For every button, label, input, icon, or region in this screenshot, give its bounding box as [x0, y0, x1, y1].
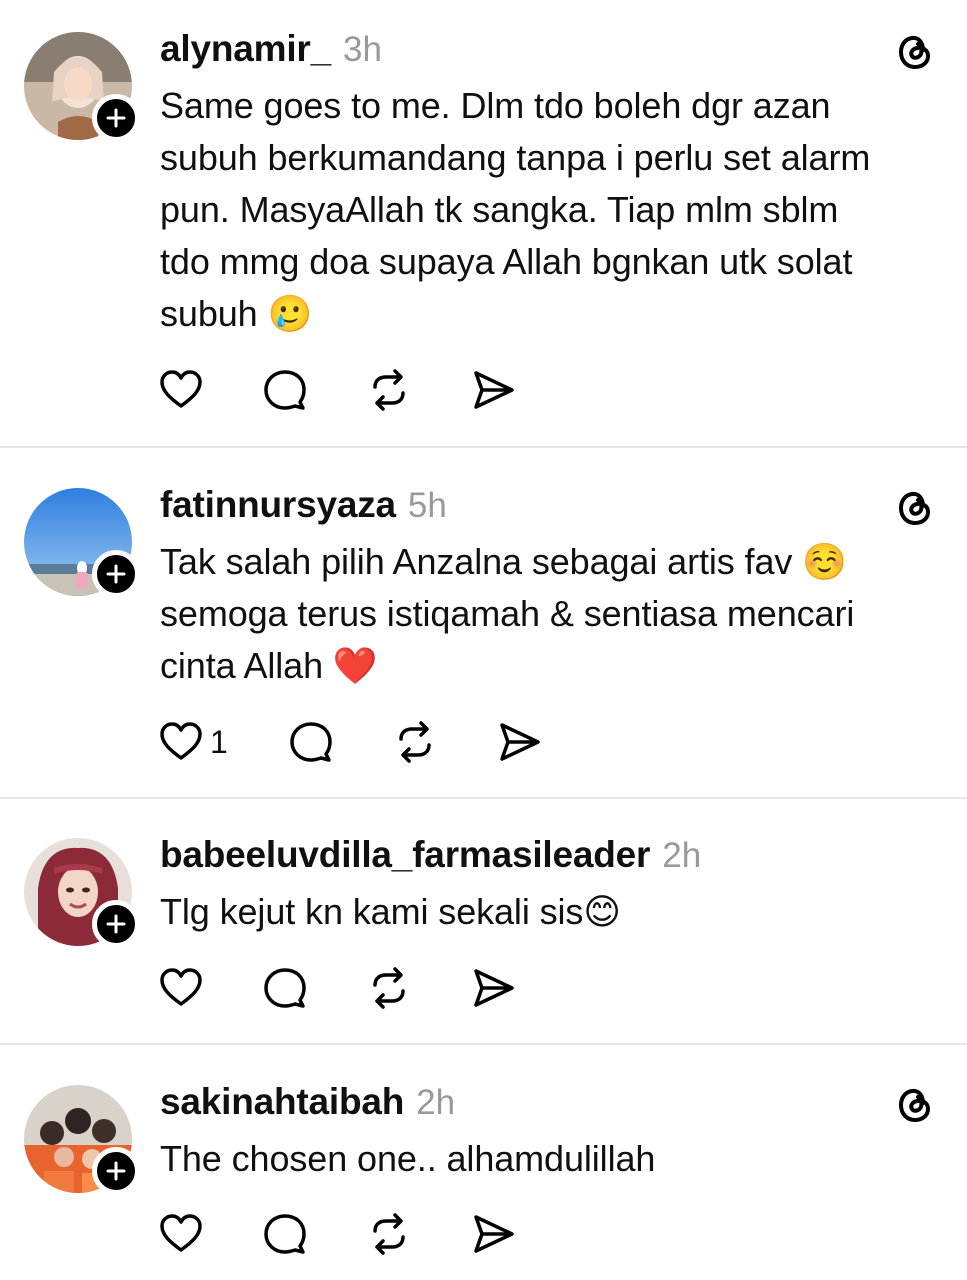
reply-text: Tak salah pilih Anzalna sebagai artis fa…: [160, 541, 855, 686]
repost-button[interactable]: [392, 718, 496, 766]
timestamp: 2h: [662, 836, 702, 875]
like-button[interactable]: [158, 1210, 262, 1258]
repost-button[interactable]: [366, 366, 470, 414]
timestamp: 3h: [342, 30, 382, 69]
share-button[interactable]: [470, 1210, 516, 1258]
timestamp: 5h: [407, 486, 447, 525]
divider: [0, 446, 967, 448]
repost-button[interactable]: [366, 964, 470, 1012]
reply-header: alynamir_ 3h: [160, 28, 382, 72]
send-icon: [500, 723, 540, 761]
reply-button[interactable]: [262, 1210, 366, 1258]
reply-button[interactable]: [288, 718, 392, 766]
follow-button[interactable]: [92, 94, 140, 142]
comment-bubble-icon: [264, 968, 306, 1008]
reply-text: Same goes to me. Dlm tdo boleh dgr azan …: [160, 85, 871, 334]
reply-button[interactable]: [262, 964, 366, 1012]
plus-icon: [106, 914, 126, 934]
plus-icon: [106, 564, 126, 584]
like-count: 1: [210, 723, 228, 760]
repost-icon: [373, 1213, 405, 1255]
action-bar: [158, 964, 516, 1012]
username[interactable]: babeeluvdilla_farmasileader: [160, 834, 650, 876]
action-bar: [158, 1210, 516, 1258]
threads-logo-icon[interactable]: [893, 486, 937, 530]
repost-button[interactable]: [366, 1210, 470, 1258]
plus-icon: [106, 108, 126, 128]
reply-header: sakinahtaibah 2h: [160, 1081, 455, 1125]
divider: [0, 1043, 967, 1045]
send-icon: [474, 1215, 514, 1253]
comment-bubble-icon: [290, 722, 332, 762]
send-icon: [474, 969, 514, 1007]
divider: [0, 797, 967, 799]
reply-header: babeeluvdilla_farmasileader 2h: [160, 834, 701, 878]
avatar-container: [24, 838, 140, 948]
like-button[interactable]: [158, 964, 262, 1012]
avatar-container: [24, 488, 140, 598]
reply-button[interactable]: [262, 366, 366, 414]
threads-logo-icon[interactable]: [893, 1083, 937, 1127]
follow-button[interactable]: [92, 550, 140, 598]
username[interactable]: alynamir_: [160, 28, 331, 70]
plus-icon: [106, 1161, 126, 1181]
repost-icon: [373, 369, 405, 411]
share-button[interactable]: [470, 964, 516, 1012]
reply-text: Tlg kejut kn kami sekali sis😊: [160, 891, 621, 932]
heart-icon: [160, 370, 202, 408]
reply-header: fatinnursyaza 5h: [160, 484, 447, 528]
username[interactable]: sakinahtaibah: [160, 1081, 404, 1123]
heart-icon: [160, 722, 202, 760]
comment-bubble-icon: [264, 1214, 306, 1254]
threads-logo-icon[interactable]: [893, 30, 937, 74]
avatar-container: [24, 32, 140, 142]
comment-bubble-icon: [264, 370, 306, 410]
heart-icon: [160, 1214, 202, 1252]
action-bar: 1: [158, 718, 542, 766]
action-bar: [158, 366, 516, 414]
heart-icon: [160, 968, 202, 1006]
timestamp: 2h: [416, 1083, 456, 1122]
repost-icon: [373, 967, 405, 1009]
follow-button[interactable]: [92, 1147, 140, 1195]
share-button[interactable]: [470, 366, 516, 414]
repost-icon: [399, 721, 431, 763]
avatar-container: [24, 1085, 140, 1195]
username[interactable]: fatinnursyaza: [160, 484, 396, 526]
share-button[interactable]: [496, 718, 542, 766]
reply-text: The chosen one.. alhamdulillah: [160, 1138, 656, 1179]
send-icon: [474, 371, 514, 409]
follow-button[interactable]: [92, 900, 140, 948]
like-button[interactable]: [158, 366, 262, 414]
like-button[interactable]: 1: [158, 718, 288, 766]
